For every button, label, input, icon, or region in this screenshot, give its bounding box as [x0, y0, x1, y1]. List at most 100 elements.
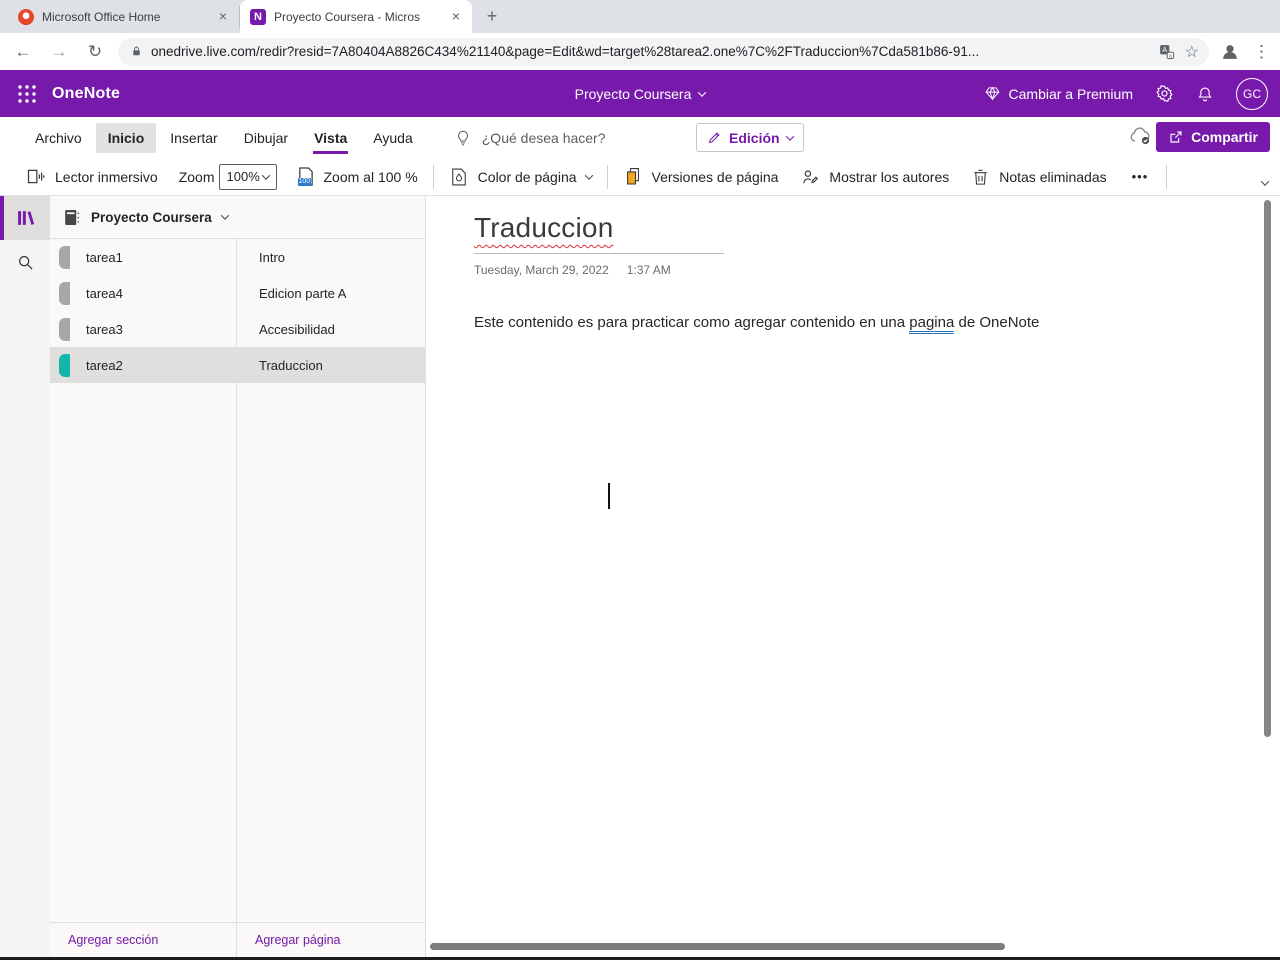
browser-tab-onenote[interactable]: N Proyecto Coursera - Micros × — [240, 0, 472, 33]
section-item-selected[interactable]: tarea2 — [50, 347, 236, 383]
chevron-down-icon — [584, 170, 593, 180]
lock-icon — [130, 45, 143, 58]
chevron-down-icon — [261, 170, 270, 180]
address-bar[interactable]: onedrive.live.com/redir?resid=7A80404A88… — [118, 37, 1209, 66]
page-item[interactable]: Intro — [237, 239, 425, 275]
zoom-select[interactable]: 100% — [218, 163, 277, 190]
browser-navbar: ← → ↻ onedrive.live.com/redir?resid=7A80… — [0, 33, 1280, 70]
share-icon — [1168, 129, 1184, 145]
tab-archivo[interactable]: Archivo — [22, 117, 95, 158]
page-versions-button[interactable]: Versiones de página — [612, 158, 790, 195]
translate-icon[interactable]: Aa — [1158, 43, 1175, 60]
page-timestamp: Tuesday, March 29, 2022 1:37 AM — [474, 263, 1240, 277]
show-authors-icon — [800, 167, 820, 187]
section-item[interactable]: tarea4 — [50, 275, 236, 311]
toolbar-overflow-button[interactable]: ••• — [1118, 169, 1163, 184]
browser-tab-office[interactable]: Microsoft Office Home × — [8, 6, 240, 28]
svg-text:A: A — [1162, 46, 1167, 54]
page-item[interactable]: Accesibilidad — [237, 311, 425, 347]
page-item-selected[interactable]: Traduccion — [237, 347, 425, 383]
app-name[interactable]: OneNote — [52, 85, 120, 103]
url-text: onedrive.live.com/redir?resid=7A80404A88… — [151, 44, 980, 59]
library-icon — [14, 207, 36, 229]
show-authors-button[interactable]: Mostrar los autores — [789, 158, 960, 195]
rail-notebooks-button[interactable] — [0, 196, 50, 240]
chevron-down-icon — [220, 211, 230, 220]
notebook-switcher[interactable]: Proyecto Coursera — [50, 196, 425, 239]
account-avatar[interactable]: GC — [1236, 77, 1268, 110]
vertical-scrollbar[interactable] — [1264, 200, 1271, 737]
back-icon[interactable]: ← — [10, 39, 36, 65]
pencil-icon — [707, 130, 722, 145]
divider — [1166, 164, 1168, 189]
chevron-down-icon — [1260, 177, 1270, 186]
pages-list: Intro Edicion parte A Accesibilidad Trad… — [237, 239, 425, 957]
page-color-button[interactable]: Color de página — [438, 158, 603, 195]
tab-insertar[interactable]: Insertar — [157, 117, 230, 158]
rail-search-button[interactable] — [0, 240, 50, 284]
page-date: Tuesday, March 29, 2022 — [474, 263, 609, 277]
sections-list: tarea1 tarea4 tarea3 tarea2 Agregar secc… — [50, 239, 237, 957]
diamond-icon — [984, 85, 1001, 102]
deleted-notes-button[interactable]: Notas eliminadas — [960, 158, 1117, 195]
tab-title: Microsoft Office Home — [42, 10, 161, 24]
tab-dibujar[interactable]: Dibujar — [231, 117, 301, 158]
page-title-block: Traduccion — [474, 212, 724, 254]
gear-icon[interactable] — [1155, 84, 1174, 103]
tell-me-search[interactable]: ¿Qué desea hacer? — [454, 129, 606, 147]
tab-title: Proyecto Coursera - Micros — [274, 9, 421, 24]
forward-icon[interactable]: → — [46, 39, 72, 65]
tab-inicio[interactable]: Inicio — [95, 117, 158, 158]
app-body: Proyecto Coursera tarea1 tarea4 tarea3 t… — [0, 196, 1280, 957]
app-launcher-icon[interactable] — [16, 83, 38, 105]
cloud-sync-icon — [1128, 126, 1154, 148]
share-button[interactable]: Compartir — [1156, 122, 1270, 152]
add-page-bar: Agregar página — [237, 922, 425, 957]
page-title[interactable]: Traduccion — [474, 212, 613, 244]
search-icon — [15, 252, 35, 272]
browser-menu-icon[interactable]: ⋮ — [1253, 42, 1270, 62]
page-versions-icon — [623, 166, 643, 187]
close-icon[interactable]: × — [448, 8, 464, 25]
svg-text:a: a — [1169, 53, 1172, 59]
add-page-button[interactable]: Agregar página — [255, 933, 340, 947]
horizontal-scrollbar[interactable] — [430, 943, 1005, 950]
zoom-100-button[interactable]: 100 Zoom al 100 % — [285, 158, 429, 195]
section-tab-icon — [59, 317, 70, 341]
add-section-button[interactable]: Agregar sección — [68, 933, 158, 947]
reload-icon[interactable]: ↻ — [82, 39, 108, 65]
bell-icon[interactable] — [1196, 85, 1214, 103]
divider — [606, 164, 608, 189]
tab-vista[interactable]: Vista — [301, 117, 360, 158]
immersive-reader-icon — [25, 166, 46, 187]
divider — [432, 164, 434, 189]
trash-icon — [971, 167, 990, 187]
page-canvas[interactable]: Traduccion Tuesday, March 29, 2022 1:37 … — [426, 196, 1280, 957]
tab-ayuda[interactable]: Ayuda — [360, 117, 425, 158]
text-cursor — [608, 483, 610, 509]
new-tab-button[interactable]: + — [478, 3, 506, 31]
page-body-text[interactable]: Este contenido es para practicar como ag… — [474, 314, 1240, 334]
browser-tab-strip: Microsoft Office Home × N Proyecto Cours… — [0, 0, 1280, 33]
onenote-header: OneNote Proyecto Coursera Cambiar a Prem… — [0, 70, 1280, 117]
section-item[interactable]: tarea3 — [50, 311, 236, 347]
chevron-down-icon — [698, 87, 707, 97]
ribbon-tabs: Archivo Inicio Insertar Dibujar Vista Ay… — [0, 117, 1280, 158]
immersive-reader-button[interactable]: Lector inmersivo — [14, 158, 169, 195]
bookmark-star-icon[interactable]: ☆ — [1185, 42, 1199, 62]
notebook-sidebar: Proyecto Coursera tarea1 tarea4 tarea3 t… — [50, 196, 426, 957]
zoom-label: Zoom — [178, 168, 215, 185]
edit-mode-button[interactable]: Edición — [696, 123, 804, 152]
profile-icon[interactable] — [1219, 41, 1241, 63]
collapse-ribbon-icon[interactable] — [1260, 173, 1270, 189]
section-item[interactable]: tarea1 — [50, 239, 236, 275]
premium-button[interactable]: Cambiar a Premium — [984, 85, 1133, 102]
onenote-favicon: N — [250, 8, 266, 25]
browser-window: Microsoft Office Home × N Proyecto Cours… — [0, 0, 1280, 960]
section-tab-icon — [59, 353, 70, 377]
close-icon[interactable]: × — [215, 9, 231, 25]
page-item[interactable]: Edicion parte A — [237, 275, 425, 311]
page-time: 1:37 AM — [626, 263, 671, 277]
section-tab-icon — [59, 281, 70, 305]
page-color-icon — [449, 167, 469, 187]
